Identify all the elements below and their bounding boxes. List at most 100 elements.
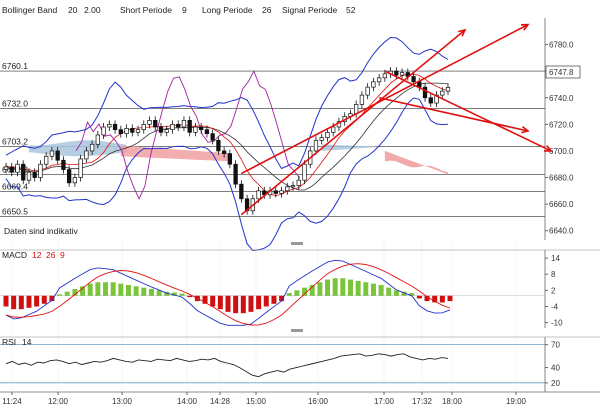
macd-histogram-bar	[225, 295, 231, 312]
candle-body	[26, 171, 32, 181]
candle-body	[302, 163, 307, 181]
candle-body	[187, 120, 192, 133]
panel-resize-handle[interactable]	[291, 242, 303, 245]
time-tick-label: 15:00	[246, 397, 267, 406]
candle-body	[273, 190, 278, 194]
time-tick-label: 14:28	[210, 397, 231, 406]
macd-histogram-bar	[87, 283, 93, 296]
candle-body	[89, 143, 95, 152]
price-tick-label: 6740.0	[549, 94, 574, 103]
candle-body	[38, 163, 43, 178]
rsi-tick-label: 40	[551, 364, 560, 373]
time-tick-label: 12:00	[48, 397, 69, 406]
candle-body	[371, 81, 376, 88]
macd-histogram-bar	[18, 295, 24, 310]
price-tick-label: 6700.0	[549, 147, 574, 156]
macd-histogram-bar	[110, 282, 116, 296]
macd-histogram-bar	[294, 290, 300, 296]
short-periode-label: Short Periode	[120, 5, 172, 15]
candle-body	[44, 155, 49, 165]
price-tick-label: 6780.0	[549, 41, 574, 50]
macd-histogram-bar	[125, 284, 131, 296]
level-label: 6650.5	[2, 207, 28, 217]
macd-histogram-bar	[340, 278, 346, 296]
price-tick-label: 6660.0	[549, 200, 574, 209]
macd-p1: 12	[32, 250, 42, 260]
time-tick-label: 14:00	[177, 397, 198, 406]
candle-body	[112, 123, 118, 131]
candle-body	[411, 76, 416, 83]
candle-body	[9, 166, 14, 173]
macd-histogram-bar	[447, 295, 453, 302]
macd-histogram-bar	[439, 295, 445, 303]
candle-body	[290, 185, 296, 188]
candle-body	[210, 133, 215, 141]
rsi-p1: 14	[22, 337, 32, 347]
candle-body	[221, 150, 227, 154]
macd-tick-label: -4	[551, 302, 559, 311]
time-tick-label: 19:00	[506, 397, 527, 406]
candle-body	[135, 129, 141, 133]
time-tick-label: 18:00	[442, 397, 463, 406]
candle-body	[279, 190, 284, 194]
macd-histogram-bar	[148, 289, 154, 296]
last-price-badge: 6747.8	[545, 65, 581, 79]
candle-body	[440, 90, 445, 96]
candle-body	[55, 150, 60, 161]
macd-histogram-bar	[179, 293, 185, 296]
candle-body	[61, 159, 66, 170]
candle-body	[313, 139, 319, 152]
candle-body	[319, 137, 324, 141]
candle-body	[204, 129, 210, 135]
level-label: 6732.0	[2, 98, 28, 108]
macd-histogram-bar	[317, 282, 323, 296]
candle-body	[216, 139, 221, 152]
short-periode-value: 9	[182, 5, 187, 15]
time-tick-label: 11:24	[2, 397, 22, 406]
macd-histogram-bar	[393, 290, 399, 296]
macd-histogram-bar	[217, 295, 223, 310]
time-tick-label: 13:00	[112, 397, 133, 406]
candle-body	[394, 70, 399, 76]
signal-periode-label: Signal Periode	[282, 5, 338, 15]
macd-histogram-bar	[133, 286, 139, 296]
candle-body	[153, 120, 158, 128]
macd-p2: 26	[46, 250, 56, 260]
candle-body	[445, 87, 451, 92]
price-tick-label: 6720.0	[549, 120, 574, 129]
panel-resize-handle-2[interactable]	[291, 329, 303, 332]
candle-body	[285, 186, 290, 192]
macd-tick-label: -10	[551, 319, 563, 328]
macd-tick-label: 8	[551, 270, 556, 279]
macd-panel: 14 8 2 -4 -10	[0, 249, 600, 328]
candle-body	[331, 126, 336, 133]
candle-body	[354, 104, 359, 115]
price-tick-label: 6640.0	[549, 227, 574, 236]
macd-histogram-bar	[332, 278, 338, 296]
candle-body	[130, 127, 135, 133]
candle-body	[21, 163, 26, 181]
macd-histogram-bar	[233, 295, 239, 314]
candle-body	[399, 72, 405, 76]
macd-histogram-bar	[256, 295, 262, 310]
bollinger-label: Bollinger Band	[2, 5, 58, 15]
candle-body	[376, 77, 382, 83]
macd-histogram-bar	[286, 293, 292, 296]
time-tick-label: 16:00	[308, 397, 329, 406]
candle-body	[422, 86, 428, 99]
rsi-line	[5, 353, 449, 378]
macd-histogram-bar	[378, 284, 384, 296]
candle-body	[325, 131, 330, 138]
candle-body	[164, 129, 169, 133]
candle-body	[84, 150, 89, 160]
candle-body	[227, 153, 233, 165]
candle-body	[95, 134, 100, 145]
candle-body	[365, 86, 370, 96]
candle-body	[78, 158, 83, 178]
price-tick-label: 6680.0	[549, 174, 574, 183]
candle-body	[382, 73, 388, 79]
level-label: 6760.1	[2, 61, 28, 71]
macd-tick-label: 2	[551, 286, 556, 295]
candle-body	[158, 126, 164, 133]
macd-histogram-bar	[386, 287, 392, 296]
